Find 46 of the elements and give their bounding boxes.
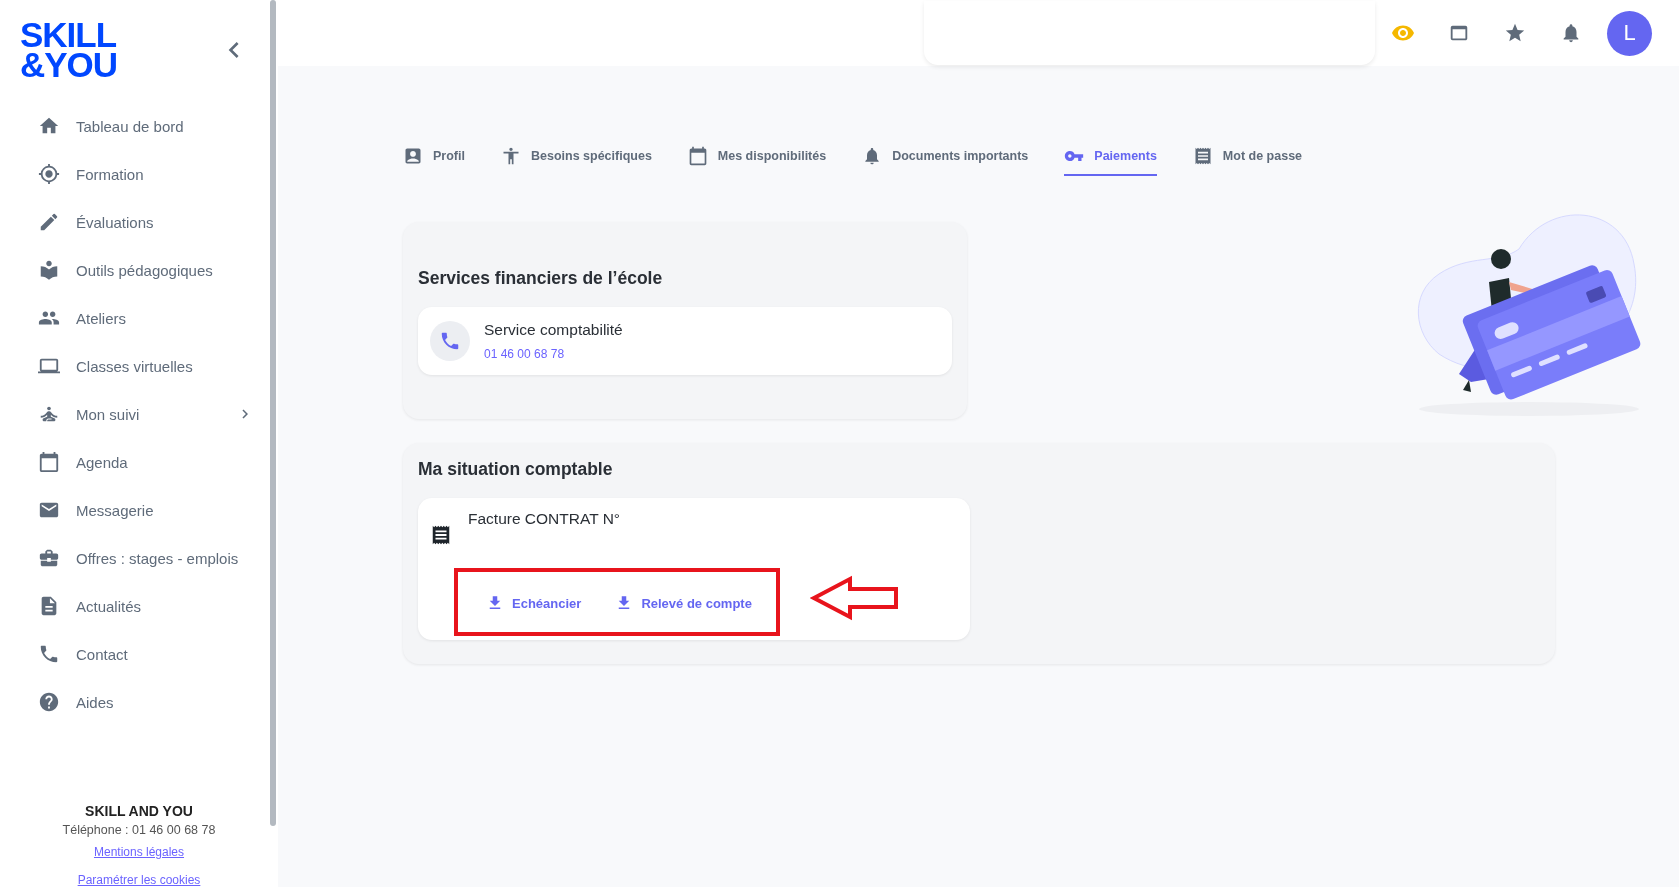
sidebar-item[interactable]: Agenda [38,438,278,486]
calendar-icon [687,146,708,166]
sidebar-item[interactable]: Mon suivi [38,390,278,438]
sidebar-item[interactable]: Contact [38,630,278,678]
sidebar-item[interactable]: Outils pédagogiques [38,246,278,294]
reader-icon [38,259,60,281]
receipt-icon [430,524,452,546]
profile-icon [403,146,423,166]
tab[interactable]: Mes disponibilités [687,138,827,176]
sidebar-item[interactable]: Actualités [38,582,278,630]
contact-phone[interactable]: 01 46 00 68 78 [484,347,623,361]
sidebar-item[interactable]: Évaluations [38,198,278,246]
tab[interactable]: Profil [403,138,465,176]
arrow-icon [809,575,900,621]
download-link[interactable]: Echéancier [486,594,582,612]
help-icon [38,691,60,713]
sidebar-item[interactable]: Classes virtuelles [38,342,278,390]
sidebar-item[interactable]: Messagerie [38,486,278,534]
sidebar-item[interactable]: Tableau de bord [38,102,278,150]
avatar[interactable]: L [1607,10,1652,56]
scrollbar[interactable] [270,0,276,826]
invoice-title: Facture CONTRAT N° [468,510,621,529]
tab[interactable]: Paiements [1064,138,1157,176]
phone-icon [430,321,470,361]
sidebar-item[interactable]: Offres : stages - emplois [38,534,278,582]
briefcase-icon [38,547,60,569]
pencil-icon [38,211,60,233]
card-title: Ma situation comptable [418,459,614,480]
contact-name: Service comptabilité [484,321,623,339]
tab[interactable]: Documents importants [862,138,1029,176]
sidebar-item[interactable]: Aides [38,678,278,726]
footer-phone: Téléphone : 01 46 00 68 78 [62,823,216,837]
logo[interactable]: SKILL &YOU [20,20,118,80]
calendar-icon [38,451,60,473]
star-icon [1504,22,1526,44]
footer-link[interactable]: Paramétrer les cookies [77,873,201,887]
company-name: SKILL AND YOU [85,803,193,819]
phone-icon [38,643,60,665]
download-link[interactable]: Relevé de compte [615,594,752,612]
sidebar-item[interactable]: Ateliers [38,294,278,342]
sidebar-item[interactable]: Formation [38,150,278,198]
tab[interactable]: Mot de passe [1192,138,1303,176]
target-icon [38,163,60,185]
tab[interactable]: Besoins spécifiques [500,138,652,176]
card-title: Services financiers de l’école [418,268,664,289]
footer-link[interactable]: Mentions légales [93,845,185,859]
